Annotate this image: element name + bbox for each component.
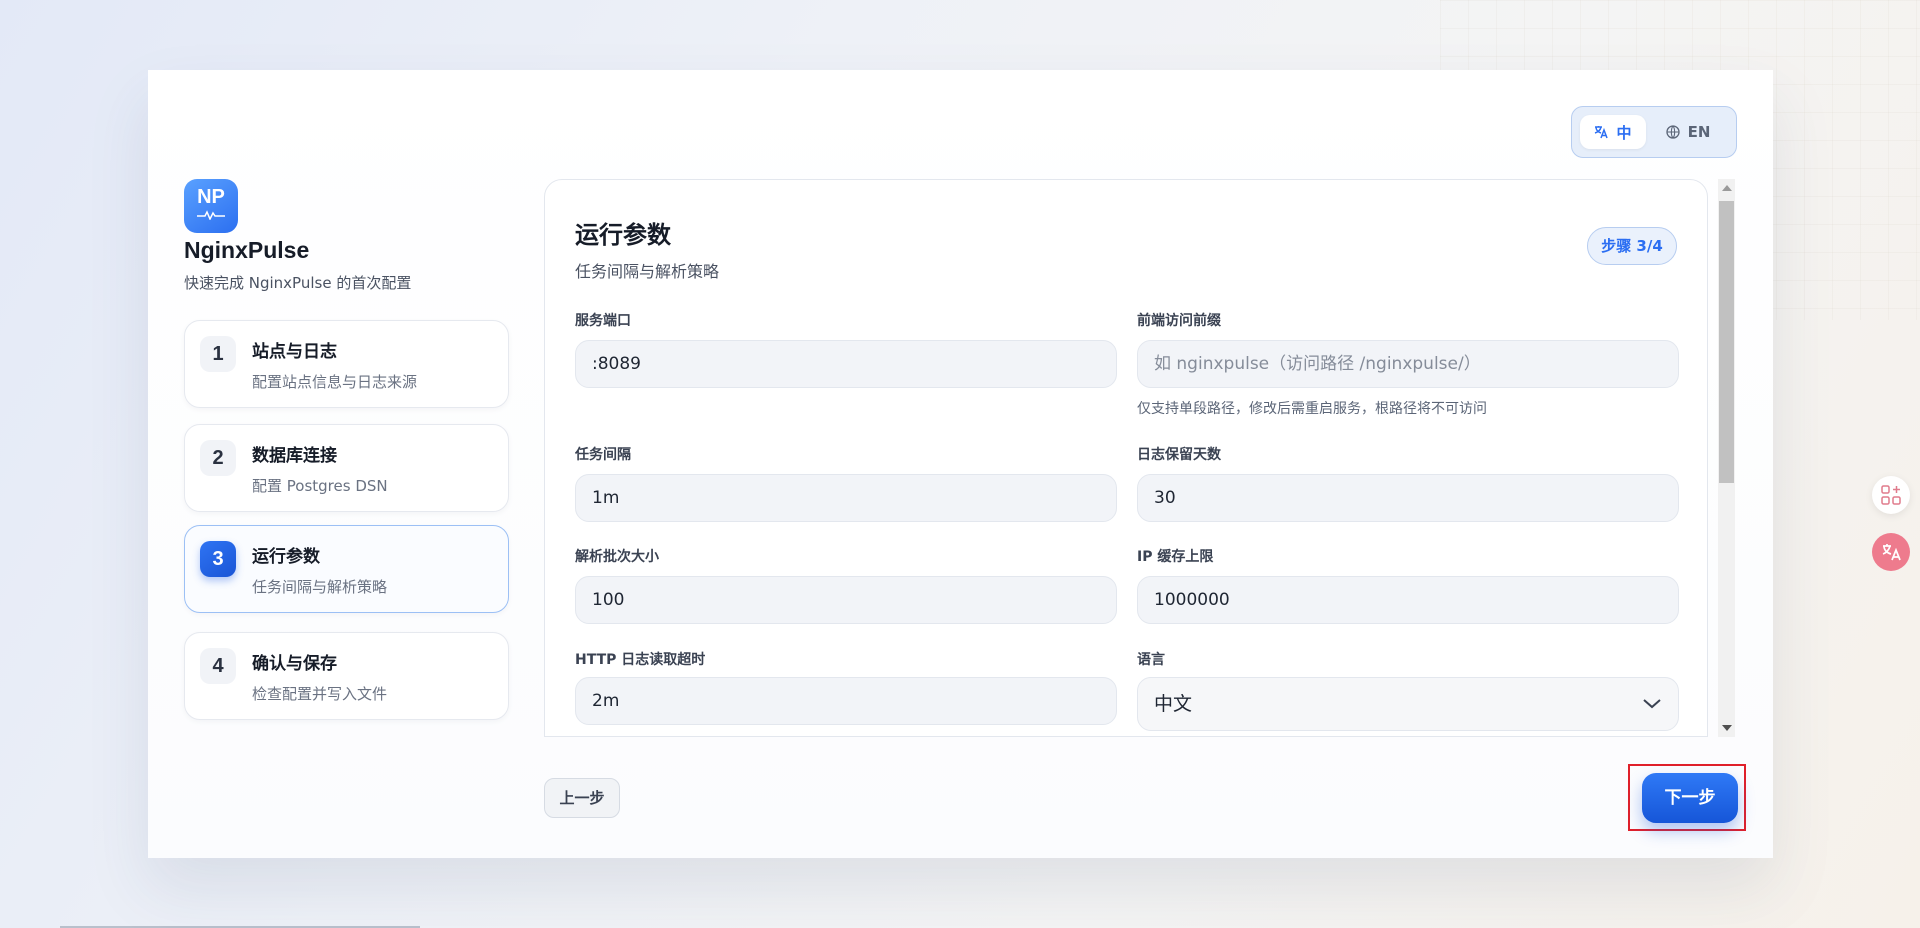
interval-label: 任务间隔 [575,447,631,463]
step-number: 3 [200,541,236,577]
logo-text: NP [197,186,225,208]
step-title: 数据库连接 [252,446,337,466]
step-item-2[interactable]: 2 数据库连接 配置 Postgres DSN [184,424,509,512]
language-select[interactable]: 中文 [1137,677,1679,731]
http-timeout-input[interactable]: 2m [575,677,1117,725]
step-number: 4 [200,648,236,684]
retention-input[interactable]: 30 [1137,474,1679,522]
port-label: 服务端口 [575,313,631,329]
step-item-4[interactable]: 4 确认与保存 检查配置并写入文件 [184,632,509,720]
step-desc: 配置 Postgres DSN [252,477,388,495]
scroll-up-arrow[interactable] [1722,185,1732,191]
step-title: 运行参数 [252,547,320,567]
step-item-3[interactable]: 3 运行参数 任务间隔与解析策略 [184,525,509,613]
next-button[interactable]: 下一步 [1642,773,1738,823]
panel-scrollbar[interactable] [1718,179,1735,737]
prefix-label: 前端访问前缀 [1137,313,1221,329]
step-badge: 步骤 3/4 [1587,227,1677,265]
step-desc: 配置站点信息与日志来源 [252,373,418,391]
prev-button[interactable]: 上一步 [544,778,620,818]
runtime-params-panel: 运行参数 任务间隔与解析策略 步骤 3/4 服务端口 :8089 前端访问前缀 … [544,179,1708,737]
pulse-icon [197,210,225,220]
app-name: NginxPulse [184,237,310,263]
language-select-value: 中文 [1154,693,1193,715]
translate-button[interactable] [1872,533,1910,571]
translate-icon [1882,544,1901,561]
prefix-hint: 仅支持单段路径，修改后需重启服务，根路径将不可访问 [1137,401,1487,417]
prefix-input[interactable]: 如 nginxpulse（访问路径 /nginxpulse/） [1137,340,1679,388]
scroll-thumb[interactable] [1719,201,1734,483]
step-item-1[interactable]: 1 站点与日志 配置站点信息与日志来源 [184,320,509,408]
panel-title: 运行参数 [575,221,671,249]
step-number: 1 [200,336,236,372]
port-input[interactable]: :8089 [575,340,1117,388]
apps-add-button[interactable] [1872,476,1910,514]
http-timeout-label: HTTP 日志读取超时 [575,652,706,668]
chevron-down-icon [1643,699,1661,709]
app-logo: NP [184,179,238,233]
step-number: 2 [200,440,236,476]
ip-cache-input[interactable]: 1000000 [1137,576,1679,624]
batch-input[interactable]: 100 [575,576,1117,624]
step-desc: 检查配置并写入文件 [252,685,388,703]
translate-icon [1595,126,1609,139]
lang-zh-label: 中 [1616,123,1632,142]
lang-en-button[interactable]: EN [1654,115,1722,149]
step-title: 确认与保存 [252,654,337,674]
lang-zh-button[interactable]: 中 [1580,115,1646,149]
apps-add-icon [1881,485,1901,505]
lang-en-label: EN [1687,123,1711,141]
scroll-down-arrow[interactable] [1722,725,1732,731]
language-label: 语言 [1137,652,1165,668]
ip-cache-label: IP 缓存上限 [1137,549,1214,565]
step-desc: 任务间隔与解析策略 [252,578,388,596]
language-switch: 中 EN [1571,106,1737,158]
interval-input[interactable]: 1m [575,474,1117,522]
globe-icon [1665,125,1680,139]
panel-subtitle: 任务间隔与解析策略 [575,262,720,281]
retention-label: 日志保留天数 [1137,447,1221,463]
batch-label: 解析批次大小 [575,549,659,565]
app-subtitle: 快速完成 NginxPulse 的首次配置 [184,274,412,292]
step-title: 站点与日志 [252,342,337,362]
